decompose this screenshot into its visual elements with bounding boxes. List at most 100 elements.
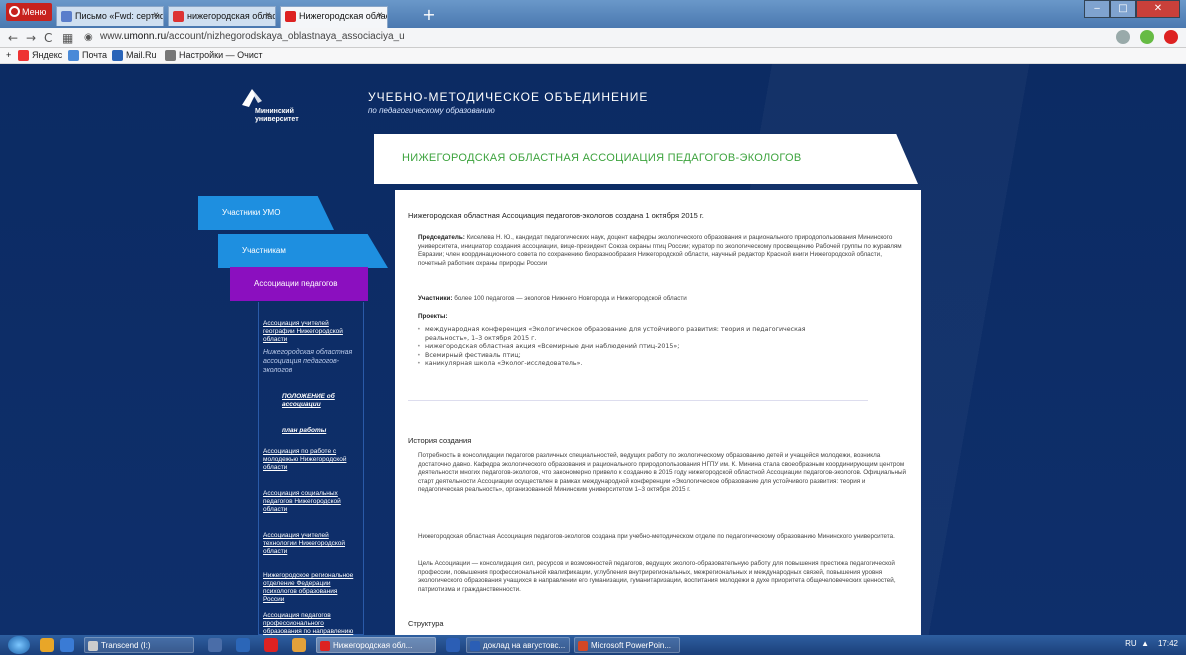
new-tab-button[interactable]: + — [420, 6, 438, 24]
history-paragraph-1: Потребность в консолидации педагогов раз… — [418, 452, 906, 493]
list-item: каникулярная школа «Эколог-исследователь… — [417, 360, 847, 369]
submenu-link-youth[interactable]: Ассоциация по работе с молодежью Нижегор… — [263, 448, 359, 472]
system-tray: RU ▲ 17:42 — [1125, 639, 1178, 648]
tab-label: Письмо «Fwd: сертифика — [75, 11, 163, 21]
structure-heading: Структура — [408, 619, 444, 628]
explorer-folder-icon[interactable] — [40, 638, 54, 652]
opera-icon[interactable] — [264, 638, 278, 652]
submenu-link-professional[interactable]: Ассоциация педагогов профессионального о… — [263, 612, 359, 635]
taskbar-item-transcend[interactable]: Transcend (I:) — [84, 637, 194, 653]
taskbar-item-browser[interactable]: Нижегородская обл... — [316, 637, 436, 653]
history-paragraph-2: Нижегородская областная Ассоциация педаг… — [418, 533, 895, 540]
logo-line2: университет — [255, 116, 299, 123]
list-item: нижегородская областная акция «Всемирные… — [417, 343, 847, 352]
close-icon[interactable]: × — [153, 7, 159, 25]
submenu-link-technology[interactable]: Ассоциация учителей технологии Нижегород… — [263, 532, 359, 556]
url-host: umonn.ru — [123, 31, 167, 42]
list-item: международная конференция «Экологическое… — [417, 326, 847, 343]
mailru-icon — [112, 50, 123, 61]
bookmark-label: Mail.Ru — [126, 50, 157, 60]
word-icon[interactable] — [446, 638, 460, 652]
adblock-icon[interactable] — [1164, 30, 1178, 44]
yandex-icon — [173, 11, 184, 22]
window-controls: ‒ □ ✕ — [1084, 0, 1180, 18]
tab-search[interactable]: нижегородская областна× — [168, 6, 276, 26]
history-heading: История создания — [408, 436, 472, 445]
taskbar-item-powerpoint[interactable]: Microsoft PowerPoin... — [574, 637, 680, 653]
language-indicator[interactable]: RU — [1125, 639, 1137, 648]
taskbar-label: Transcend (I:) — [101, 641, 151, 650]
address-bar: ← → C ▦ ◉ www.umonn.ru/account/nizhegoro… — [0, 28, 1186, 48]
app-icon[interactable] — [236, 638, 250, 652]
browser-menu-button[interactable]: Меню — [6, 3, 52, 21]
drive-icon — [88, 641, 98, 651]
close-icon[interactable]: × — [377, 7, 383, 25]
web-page: Мининский университет УЧЕБНО-МЕТОДИЧЕСКОЕ… — [0, 64, 1186, 635]
site-favicon-icon — [285, 11, 296, 22]
tab-active[interactable]: Нижегородская областна× — [280, 6, 388, 28]
chairman-label: Председатель: — [418, 234, 465, 241]
history-paragraph-3: Цель Ассоциации — консолидация сил, ресу… — [418, 560, 896, 593]
menu-label: Меню — [22, 7, 47, 17]
app-icon[interactable] — [292, 638, 306, 652]
close-window-button[interactable]: ✕ — [1136, 0, 1180, 18]
address-actions — [1116, 30, 1178, 44]
heart-icon[interactable] — [1116, 30, 1130, 44]
page-title: НИЖЕГОРОДСКАЯ ОБЛАСТНАЯ АССОЦИАЦИЯ ПЕДАГ… — [402, 152, 802, 164]
taskbar-label: Microsoft PowerPoin... — [591, 641, 672, 650]
clock[interactable]: 17:42 — [1158, 639, 1178, 648]
tab-label: нижегородская областна — [187, 11, 275, 21]
add-bookmark-icon[interactable]: + — [6, 50, 11, 60]
url-path: /account/nizhegorodskaya_oblastnaya_asso… — [166, 31, 405, 42]
bookmark-mail[interactable]: Почта — [68, 50, 107, 61]
forward-icon[interactable]: → — [26, 30, 36, 46]
url-field[interactable]: www.umonn.ru/account/nizhegorodskaya_obl… — [100, 31, 405, 42]
submenu-link-social[interactable]: Ассоциация социальных педагогов Нижегоро… — [263, 490, 359, 514]
speed-dial-icon[interactable]: ▦ — [62, 30, 73, 46]
chairman-text: Киселева Н. Ю., кандидат педагогических … — [418, 234, 902, 267]
tab-label: Нижегородская областна — [299, 11, 387, 21]
projects-label: Проекты: — [418, 313, 448, 320]
projects-list: международная конференция «Экологическое… — [417, 326, 847, 369]
browser-tab-bar: Меню Письмо «Fwd: сертифика× нижегородск… — [0, 0, 1186, 28]
bookmark-label: Яндекс — [32, 50, 63, 60]
powerpoint-icon — [578, 641, 588, 651]
opera-icon — [320, 641, 330, 651]
submenu-link-geography[interactable]: Ассоциация учителей географии Нижегородс… — [263, 320, 359, 344]
reload-icon[interactable]: C — [44, 30, 52, 46]
nav-participants[interactable]: Участникам — [218, 234, 388, 268]
submenu-link-psychologists[interactable]: Нижегородское региональное отделение Фед… — [263, 572, 359, 604]
tab-mail[interactable]: Письмо «Fwd: сертифика× — [56, 6, 164, 26]
site-info-icon[interactable]: ◉ — [84, 30, 93, 46]
gear-icon — [165, 50, 176, 61]
taskbar-item-word[interactable]: доклад на августовс... — [466, 637, 570, 653]
divider — [408, 400, 868, 401]
bookmark-label: Почта — [82, 50, 107, 60]
bookmark-yandex[interactable]: Яндекс — [18, 50, 63, 61]
members-label: Участники: — [418, 295, 453, 302]
taskbar-label: доклад на августовс... — [483, 641, 566, 650]
logo-line1: Мининский — [255, 108, 294, 115]
chairman-paragraph: Председатель: Киселева Н. Ю., кандидат п… — [418, 234, 906, 268]
site-title: УЧЕБНО-МЕТОДИЧЕСКОЕ ОБЪЕДИНЕНИЕ — [368, 90, 649, 104]
submenu-link-regulation[interactable]: ПОЛОЖЕНИЕ об ассоциации — [282, 393, 342, 409]
internet-explorer-icon[interactable] — [60, 638, 74, 652]
extension-icon[interactable] — [1140, 30, 1154, 44]
submenu-link-work-plan[interactable]: план работы — [282, 427, 352, 435]
submenu-link-eco-current[interactable]: Нижегородская областная ассоциация педаг… — [263, 348, 359, 375]
university-logo[interactable]: Мининский университет — [255, 108, 299, 124]
windows-taskbar: Transcend (I:) Нижегородская обл... докл… — [0, 635, 1186, 655]
bookmark-settings[interactable]: Настройки — Очист — [165, 50, 262, 61]
app-icon[interactable] — [208, 638, 222, 652]
nav-umo-members[interactable]: Участники УМО — [198, 196, 334, 230]
maximize-button[interactable]: □ — [1110, 0, 1136, 18]
mail-icon — [68, 50, 79, 61]
bookmark-mailru[interactable]: Mail.Ru — [112, 50, 157, 61]
mail-icon — [61, 11, 72, 22]
start-button[interactable] — [8, 636, 30, 654]
nav-teacher-associations[interactable]: Ассоциации педагогов — [230, 267, 368, 301]
close-icon[interactable]: × — [265, 7, 271, 25]
minimize-button[interactable]: ‒ — [1084, 0, 1110, 18]
projects-heading: Проекты: — [418, 313, 906, 322]
back-icon[interactable]: ← — [8, 30, 18, 46]
